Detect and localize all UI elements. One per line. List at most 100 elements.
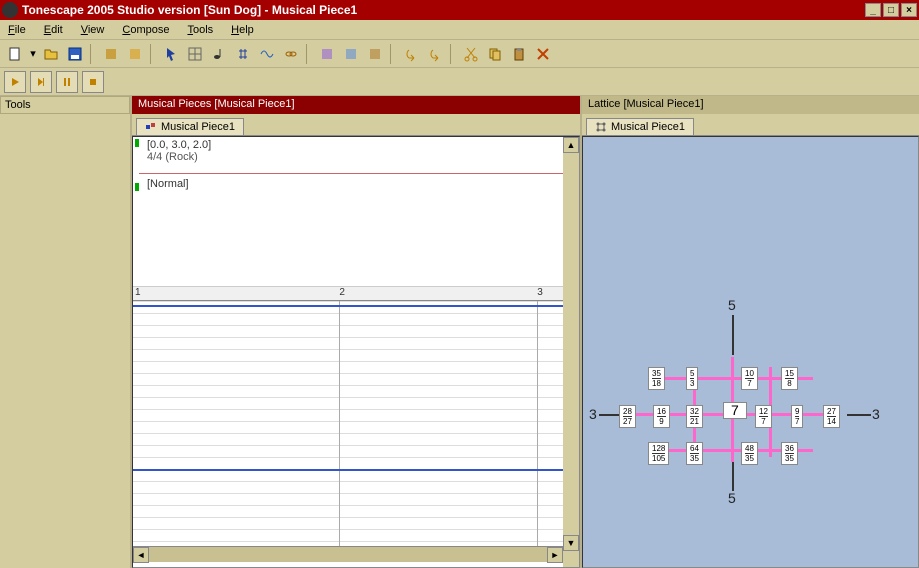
tab-lattice-piece1[interactable]: Musical Piece1 [586,118,694,135]
piece-grid[interactable] [133,301,563,546]
menu-file[interactable]: File [8,24,26,36]
marker-icon [135,139,139,147]
menu-view[interactable]: View [81,24,105,36]
menu-help[interactable]: Help [231,24,254,36]
stop-button[interactable] [82,71,104,93]
lattice-node[interactable]: 2827 [619,405,636,428]
axis-3-right: 3 [872,406,880,422]
redo-button[interactable] [424,43,446,65]
lattice-node[interactable]: 3518 [648,367,665,390]
panel-c-button[interactable] [364,43,386,65]
divider-line [139,173,563,174]
lattice-node[interactable]: 3635 [781,442,798,465]
save-button[interactable] [64,43,86,65]
scroll-up-icon[interactable]: ▲ [563,137,579,153]
minimize-button[interactable]: _ [865,3,881,17]
menu-compose[interactable]: Compose [122,24,169,36]
ruler-tick: 1 [135,287,141,298]
vscrollbar[interactable]: ▲ ▼ [563,137,579,567]
link-button[interactable] [280,43,302,65]
lattice-node[interactable]: 2714 [823,405,840,428]
play-button[interactable] [4,71,26,93]
open-button[interactable] [40,43,62,65]
panel-a-button[interactable] [316,43,338,65]
ruler-tick: 3 [537,287,543,298]
paste-button[interactable] [508,43,530,65]
normal-text: [Normal] [147,178,563,190]
toolbar: ▾ [0,40,919,68]
play-from-button[interactable] [30,71,52,93]
hscrollbar[interactable]: ◄ ► [133,546,563,562]
note-button[interactable] [208,43,230,65]
grid-vline [339,301,340,546]
piece-content: [0.0, 3.0, 2.0] 4/4 (Rock) [Normal] 1 2 … [132,136,580,568]
tab-musical-piece1[interactable]: Musical Piece1 [136,118,244,135]
menu-tools[interactable]: Tools [187,24,213,36]
delete-button[interactable] [532,43,554,65]
pause-button[interactable] [56,71,78,93]
cut-button[interactable] [460,43,482,65]
lattice-node[interactable]: 169 [653,405,670,428]
coord-text: [0.0, 3.0, 2.0] [147,139,563,151]
lattice-node[interactable]: 128105 [648,442,669,465]
maximize-button[interactable]: □ [883,3,899,17]
undo-button[interactable] [400,43,422,65]
lattice-line [732,461,734,491]
ruler-tick: 2 [339,287,345,298]
musical-pieces-panel: Musical Pieces [Musical Piece1] Musical … [132,96,582,568]
axis-3-left: 3 [589,406,597,422]
lattice-line [847,414,871,416]
playbar [0,68,919,96]
titlebar: Tonescape 2005 Studio version [Sun Dog] … [0,0,919,20]
axis-5-top: 5 [728,297,736,313]
lattice-view[interactable]: 5 5 3 3 7 3518 53 107 158 2827 169 [582,136,919,568]
dropdown-icon[interactable]: ▾ [28,43,38,65]
lattice-node[interactable]: 158 [781,367,798,390]
pointer-button[interactable] [160,43,182,65]
copy-button[interactable] [484,43,506,65]
tools-panel: Tools [0,96,132,568]
lattice-header: Lattice [Musical Piece1] [582,96,919,114]
lattice-node[interactable]: 53 [686,367,698,390]
scroll-left-icon[interactable]: ◄ [133,547,149,563]
grid-blueline [133,469,563,471]
grid-blueline [133,305,563,307]
tool-b-button[interactable] [124,43,146,65]
piece-icon [145,121,157,133]
close-button[interactable]: × [901,3,917,17]
panel-b-button[interactable] [340,43,362,65]
lattice-node[interactable]: 6435 [686,442,703,465]
lattice-panel: Lattice [Musical Piece1] Musical Piece1 … [582,96,919,568]
time-ruler[interactable]: 1 2 3 [133,287,563,301]
scroll-track[interactable] [149,547,547,562]
menubar: File Edit View Compose Tools Help [0,20,919,40]
wave-button[interactable] [256,43,278,65]
lattice-node[interactable]: 3221 [686,405,703,428]
lattice-node[interactable]: 127 [755,405,772,428]
piece-info-area[interactable]: [0.0, 3.0, 2.0] 4/4 (Rock) [Normal] [133,137,563,287]
marker-icon [135,183,139,191]
new-button[interactable] [4,43,26,65]
lattice-center-node[interactable]: 7 [723,402,747,419]
app-icon [2,2,18,18]
lattice-node[interactable]: 4835 [741,442,758,465]
tool-a-button[interactable] [100,43,122,65]
timesig-text: 4/4 (Rock) [147,151,563,163]
tab-label: Musical Piece1 [611,121,685,133]
lattice-line [599,414,621,416]
tuning-button[interactable] [232,43,254,65]
window-title: Tonescape 2005 Studio version [Sun Dog] … [22,3,865,17]
scroll-down-icon[interactable]: ▼ [563,535,579,551]
lattice-icon [595,121,607,133]
grid-vline [537,301,538,546]
scroll-right-icon[interactable]: ► [547,547,563,563]
grid-button[interactable] [184,43,206,65]
menu-edit[interactable]: Edit [44,24,63,36]
lattice-node[interactable]: 107 [741,367,758,390]
tab-label: Musical Piece1 [161,121,235,133]
musical-pieces-header: Musical Pieces [Musical Piece1] [132,96,580,114]
axis-5-bottom: 5 [728,490,736,506]
tools-panel-header: Tools [0,96,130,114]
lattice-node[interactable]: 97 [791,405,803,428]
lattice-line [732,315,734,355]
